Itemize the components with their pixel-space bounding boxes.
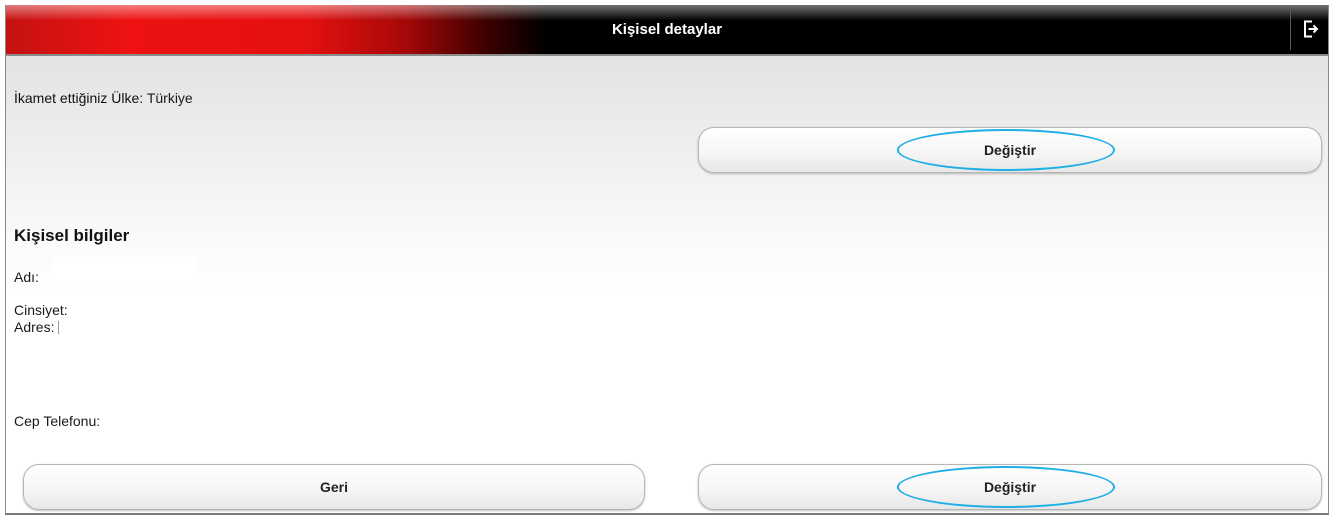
- change-country-label: Değiştir: [983, 142, 1037, 158]
- page-title: Kişisel detaylar: [611, 21, 723, 38]
- back-label: Geri: [319, 479, 348, 495]
- header-divider-line: [6, 54, 1328, 56]
- back-button[interactable]: Geri: [23, 464, 645, 510]
- address-row: Adres:: [14, 319, 60, 335]
- logout-icon: [1304, 20, 1319, 38]
- country-value: Türkiye: [146, 90, 193, 106]
- name-value-box: [54, 257, 196, 287]
- change-details-label: Değiştir: [983, 479, 1037, 495]
- personal-info-title: Kişisel bilgiler: [14, 226, 130, 245]
- country-label: İkamet ettiğiniz Ülke:: [14, 90, 144, 106]
- name-label: Adı:: [14, 269, 39, 285]
- personal-details-panel: Kişisel detaylar İkamet ettiğiniz Ülke: …: [5, 5, 1329, 515]
- gender-label: Cinsiyet:: [14, 302, 68, 318]
- change-country-button[interactable]: Değiştir: [698, 127, 1322, 173]
- phone-label: Cep Telefonu:: [14, 413, 101, 429]
- country-row: İkamet ettiğiniz Ülke: Türkiye: [14, 90, 193, 106]
- header-divider: [1290, 9, 1291, 50]
- change-details-button[interactable]: Değiştir: [698, 464, 1322, 510]
- address-value-mark: [58, 321, 60, 334]
- address-label: Adres:: [14, 319, 55, 335]
- logout-button[interactable]: [1296, 13, 1326, 45]
